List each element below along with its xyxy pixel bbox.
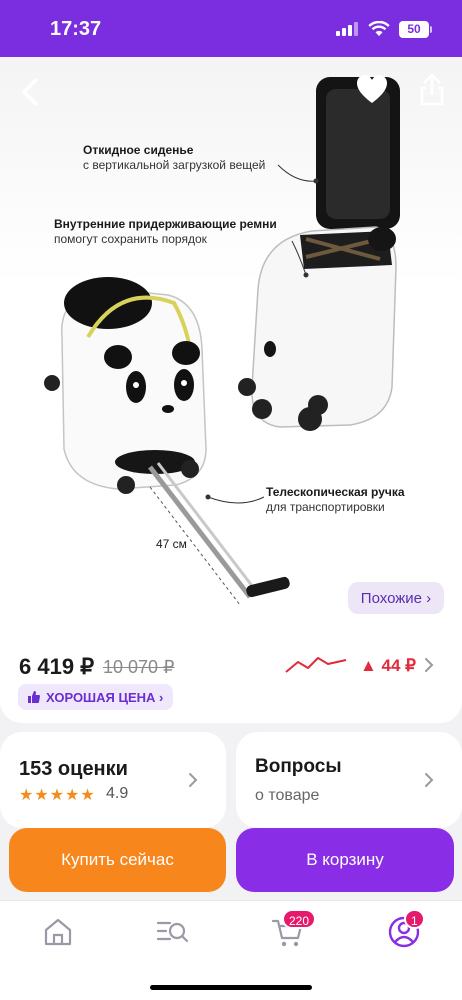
old-price: 10 070 ₽ bbox=[103, 657, 175, 677]
chevron-right-icon bbox=[189, 773, 198, 787]
product-gallery[interactable]: Откидное сиденье с вертикальной загрузко… bbox=[0, 57, 462, 627]
cellular-signal-icon bbox=[336, 22, 358, 36]
ratings-count: 153 оценки bbox=[19, 758, 128, 780]
callout-title: Откидное сиденье bbox=[83, 143, 194, 157]
buy-now-button[interactable]: Купить сейчас bbox=[9, 828, 226, 892]
callout-text: помогут сохранить порядок bbox=[54, 232, 207, 246]
questions-subtitle: о товаре bbox=[255, 787, 320, 804]
rating-stars: ★★★★★ bbox=[19, 787, 96, 804]
price-history-sparkline[interactable] bbox=[284, 652, 348, 676]
share-icon[interactable] bbox=[414, 72, 450, 108]
callout-text: для транспортировки bbox=[266, 500, 385, 514]
thumbs-up-icon bbox=[28, 691, 40, 703]
callout-title: Телескопическая ручка bbox=[266, 485, 405, 499]
current-price: 6 419 ₽ bbox=[19, 654, 95, 679]
similar-products-button[interactable]: Похожие › bbox=[348, 582, 444, 614]
callout-seat: Откидное сиденье с вертикальной загрузко… bbox=[83, 143, 265, 173]
callout-straps: Внутренние придерживающие ремни помогут … bbox=[54, 217, 277, 247]
heart-icon[interactable] bbox=[354, 72, 390, 108]
dimension-label: 47 см bbox=[156, 537, 187, 551]
good-price-label: ХОРОШАЯ ЦЕНА › bbox=[46, 689, 164, 705]
profile-notification-badge: 1 bbox=[404, 909, 425, 929]
cart-count-badge: 220 bbox=[282, 909, 317, 929]
callout-handle: Телескопическая ручка для транспортировк… bbox=[266, 485, 405, 515]
home-icon[interactable] bbox=[40, 914, 76, 950]
battery-icon: 50 bbox=[399, 21, 429, 38]
chevron-right-icon[interactable] bbox=[422, 655, 436, 675]
callout-title: Внутренние придерживающие ремни bbox=[54, 217, 277, 231]
good-price-badge[interactable]: ХОРОШАЯ ЦЕНА › bbox=[18, 684, 174, 710]
rating-value: 4.9 bbox=[106, 785, 129, 802]
price-change[interactable]: ▲ 44 ₽ bbox=[360, 656, 416, 676]
wifi-icon bbox=[368, 21, 390, 36]
back-icon[interactable] bbox=[14, 74, 50, 110]
home-indicator bbox=[150, 985, 312, 990]
add-to-cart-button[interactable]: В корзину bbox=[236, 828, 454, 892]
clock: 17:37 bbox=[50, 18, 102, 40]
battery-tip bbox=[430, 26, 432, 33]
chevron-right-icon bbox=[425, 773, 434, 787]
questions-title: Вопросы bbox=[255, 756, 342, 777]
callout-text: с вертикальной загрузкой вещей bbox=[83, 158, 266, 172]
catalog-search-icon[interactable] bbox=[154, 914, 190, 950]
status-bar: 17:37 50 bbox=[0, 0, 462, 57]
